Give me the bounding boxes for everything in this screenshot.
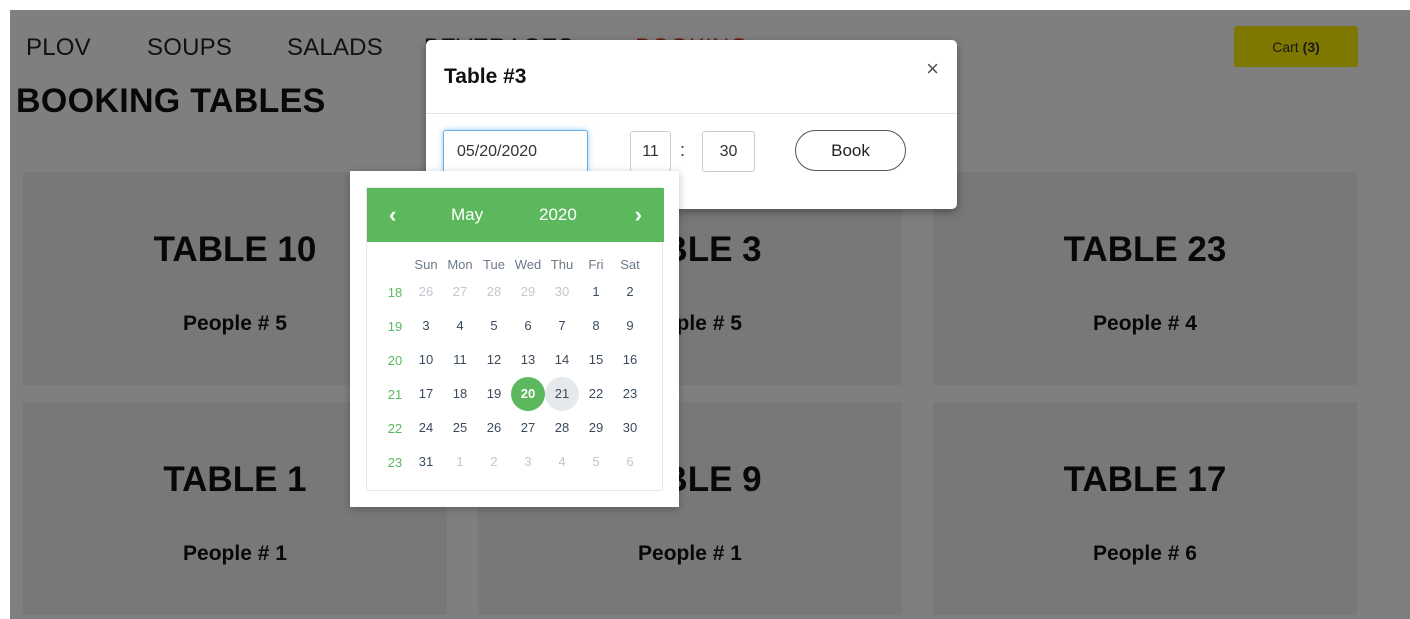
- calendar-day[interactable]: 2: [613, 275, 647, 309]
- calendar-day[interactable]: 6: [613, 445, 647, 479]
- calendar-day[interactable]: 8: [579, 309, 613, 343]
- modal-title: Table #3: [444, 65, 527, 88]
- calendar-day[interactable]: 30: [545, 275, 579, 309]
- calendar-day[interactable]: 6: [511, 309, 545, 343]
- time-separator: :: [680, 140, 686, 160]
- calendar-day[interactable]: 1: [443, 445, 477, 479]
- calendar-day[interactable]: 16: [613, 343, 647, 377]
- calendar-day[interactable]: 26: [409, 275, 443, 309]
- calendar-day[interactable]: 31: [409, 445, 443, 479]
- book-button[interactable]: Book: [795, 130, 906, 171]
- datepicker-header: ‹ May 2020 ›: [367, 188, 664, 242]
- calendar-day[interactable]: 12: [477, 343, 511, 377]
- calendar-day[interactable]: 17: [409, 377, 443, 411]
- calendar-day[interactable]: 10: [409, 343, 443, 377]
- date-input[interactable]: 05/20/2020: [443, 130, 588, 173]
- calendar-day[interactable]: 2: [477, 445, 511, 479]
- datepicker-popup: ‹ May 2020 › Sun Mon Tue Wed Thu Fri Sat 18 26 27…: [350, 171, 679, 507]
- calendar-day[interactable]: 20: [511, 377, 545, 411]
- weekday-header: Mon: [447, 257, 473, 272]
- calendar-day[interactable]: 25: [443, 411, 477, 445]
- weekday-header: Tue: [483, 257, 505, 272]
- datepicker-year[interactable]: 2020: [539, 205, 577, 225]
- calendar-day[interactable]: 11: [443, 343, 477, 377]
- modal-header: Table #3 ×: [426, 40, 957, 114]
- calendar-day[interactable]: 19: [477, 377, 511, 411]
- weekday-header: Thu: [550, 257, 574, 272]
- booking-page: PLOV SOUPS SALADS BEVERAGES BOOKING Cart…: [10, 10, 1410, 619]
- calendar-day[interactable]: 1: [579, 275, 613, 309]
- hour-input[interactable]: 11: [630, 131, 671, 172]
- weekday-header: Sat: [620, 257, 640, 272]
- calendar-day[interactable]: 23: [613, 377, 647, 411]
- calendar-day[interactable]: 5: [477, 309, 511, 343]
- calendar-day[interactable]: 9: [613, 309, 647, 343]
- chevron-left-icon[interactable]: ‹: [389, 202, 396, 228]
- weekday-header: Sun: [414, 257, 438, 272]
- week-number: 21: [387, 387, 403, 402]
- calendar-day[interactable]: 29: [511, 275, 545, 309]
- calendar-day[interactable]: 21: [545, 377, 579, 411]
- calendar-day[interactable]: 4: [443, 309, 477, 343]
- week-number: 18: [387, 285, 403, 300]
- calendar-day[interactable]: 13: [511, 343, 545, 377]
- calendar-day[interactable]: 28: [477, 275, 511, 309]
- calendar-day[interactable]: 26: [477, 411, 511, 445]
- week-number: 22: [387, 421, 403, 436]
- calendar-day[interactable]: 30: [613, 411, 647, 445]
- weekday-header: Wed: [514, 257, 542, 272]
- datepicker-month[interactable]: May: [451, 205, 483, 225]
- week-number: 19: [387, 319, 403, 334]
- calendar-day[interactable]: 3: [511, 445, 545, 479]
- calendar-day[interactable]: 15: [579, 343, 613, 377]
- calendar-day[interactable]: 4: [545, 445, 579, 479]
- calendar-day[interactable]: 28: [545, 411, 579, 445]
- calendar-day[interactable]: 18: [443, 377, 477, 411]
- calendar-day[interactable]: 27: [511, 411, 545, 445]
- calendar-day[interactable]: 22: [579, 377, 613, 411]
- close-icon[interactable]: ×: [926, 58, 939, 80]
- calendar-day[interactable]: 7: [545, 309, 579, 343]
- week-number: 23: [387, 455, 403, 470]
- chevron-right-icon[interactable]: ›: [635, 202, 642, 228]
- calendar-day[interactable]: 24: [409, 411, 443, 445]
- calendar-day[interactable]: 29: [579, 411, 613, 445]
- calendar-day[interactable]: 27: [443, 275, 477, 309]
- calendar-day[interactable]: 5: [579, 445, 613, 479]
- calendar-day[interactable]: 14: [545, 343, 579, 377]
- datepicker-calendar: ‹ May 2020 › Sun Mon Tue Wed Thu Fri Sat 18 26 27…: [366, 187, 664, 491]
- weekday-header: Fri: [588, 257, 604, 272]
- calendar-day[interactable]: 3: [409, 309, 443, 343]
- week-number: 20: [387, 353, 403, 368]
- minute-input[interactable]: 30: [702, 131, 755, 172]
